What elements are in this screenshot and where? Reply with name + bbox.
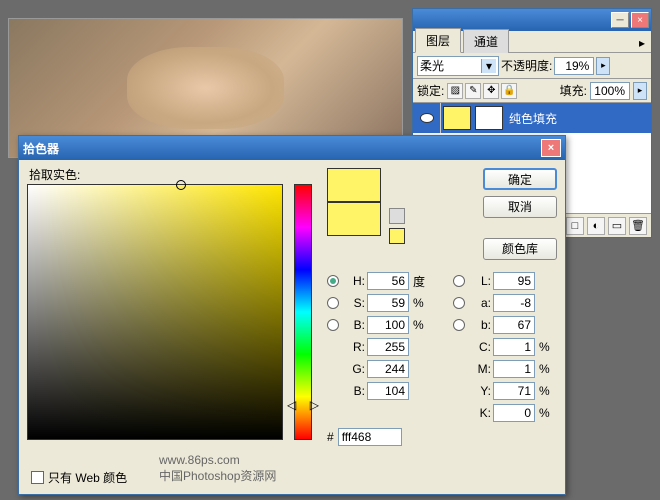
hex-label: #	[327, 430, 334, 444]
unit-k: %	[539, 406, 555, 420]
radio-s[interactable]	[327, 297, 339, 309]
input-b2[interactable]: 67	[493, 316, 535, 334]
new-color-swatch	[327, 168, 381, 202]
blend-mode-select[interactable]: 柔光	[417, 56, 499, 76]
cancel-button[interactable]: 取消	[483, 196, 557, 218]
input-s[interactable]: 59	[367, 294, 409, 312]
unit-b: %	[413, 318, 429, 332]
input-r[interactable]: 255	[367, 338, 409, 356]
unit-m: %	[539, 362, 555, 376]
input-h[interactable]: 56	[367, 272, 409, 290]
adjustment-icon[interactable]: ◐	[587, 217, 605, 235]
lbl-y: Y:	[475, 384, 491, 398]
lbl-l: L:	[475, 274, 491, 288]
radio-h[interactable]	[327, 275, 339, 287]
picker-title-text: 拾色器	[23, 140, 59, 157]
panel-menu-icon[interactable]: ▸	[633, 34, 651, 52]
lbl-r: R:	[349, 340, 365, 354]
input-l[interactable]: 95	[493, 272, 535, 290]
lock-row: 锁定: ▨ ✎ ✥ 🔒 填充: 100% ▸	[413, 79, 651, 103]
input-hex[interactable]: fff468	[338, 428, 402, 446]
hue-marker-icon: ◁▷	[287, 398, 319, 412]
lock-label: 锁定:	[417, 82, 444, 99]
lock-move-icon[interactable]: ✥	[483, 83, 499, 99]
ok-button[interactable]: 确定	[483, 168, 557, 190]
minimize-icon[interactable]: ─	[611, 12, 629, 28]
lbl-bc: B:	[349, 384, 365, 398]
color-picker-dialog: 拾色器 × 拾取实色: ◁▷ 确定 取消	[18, 135, 566, 495]
lbl-b: B:	[349, 318, 365, 332]
input-bc[interactable]: 104	[367, 382, 409, 400]
lbl-c: C:	[475, 340, 491, 354]
unit-y: %	[539, 384, 555, 398]
layer-name: 纯色填充	[509, 110, 557, 127]
lbl-g: G:	[349, 362, 365, 376]
lbl-k: K:	[475, 406, 491, 420]
hue-slider-column: ◁▷	[291, 184, 315, 440]
mask-icon[interactable]: □	[566, 217, 584, 235]
fill-input[interactable]: 100%	[590, 82, 630, 100]
lock-icons: ▨ ✎ ✥ 🔒	[447, 83, 517, 99]
opacity-input[interactable]: 19%	[554, 57, 594, 75]
lock-trans-icon[interactable]: ▨	[447, 83, 463, 99]
input-m[interactable]: 1	[493, 360, 535, 378]
lock-all-icon[interactable]: 🔒	[501, 83, 517, 99]
saturation-value-field[interactable]	[27, 184, 283, 440]
lbl-m: M:	[475, 362, 491, 376]
tab-channels[interactable]: 通道	[463, 29, 509, 53]
visibility-toggle[interactable]	[413, 103, 441, 133]
lbl-s: S:	[349, 296, 365, 310]
prev-color-swatch[interactable]	[327, 202, 381, 236]
close-icon[interactable]: ×	[541, 139, 561, 157]
lbl-h: H:	[349, 274, 365, 288]
checkbox-icon	[31, 471, 44, 484]
unit-c: %	[539, 340, 555, 354]
websafe-swatch[interactable]	[389, 228, 405, 244]
input-k[interactable]: 0	[493, 404, 535, 422]
lbl-a: a:	[475, 296, 491, 310]
unit-h: 度	[413, 273, 429, 290]
new-layer-icon[interactable]: ▭	[608, 217, 626, 235]
opacity-label: 不透明度:	[501, 57, 552, 74]
unit-s: %	[413, 296, 429, 310]
watermark: www.86ps.com 中国Photoshop资源网	[159, 453, 276, 484]
sv-cursor-icon	[176, 180, 186, 190]
fill-arrow-icon[interactable]: ▸	[633, 82, 647, 100]
input-c[interactable]: 1	[493, 338, 535, 356]
radio-l[interactable]	[453, 275, 465, 287]
input-a[interactable]: -8	[493, 294, 535, 312]
blend-row: 柔光 不透明度: 19% ▸	[413, 53, 651, 79]
picker-titlebar[interactable]: 拾色器 ×	[19, 136, 565, 160]
color-fields: H:56度 L:95 S:59% a:-8 B:100% b:67 R:255 …	[327, 272, 557, 422]
gamut-warning-icon[interactable]	[389, 208, 405, 224]
lock-paint-icon[interactable]: ✎	[465, 83, 481, 99]
radio-a[interactable]	[453, 297, 465, 309]
eye-icon	[420, 113, 434, 123]
tab-layers[interactable]: 图层	[415, 28, 461, 53]
layer-thumb[interactable]	[443, 106, 471, 130]
opacity-arrow-icon[interactable]: ▸	[596, 57, 610, 75]
layer-row[interactable]: 纯色填充	[413, 103, 651, 133]
input-g[interactable]: 244	[367, 360, 409, 378]
web-only-label: 只有 Web 颜色	[48, 469, 127, 486]
fill-label: 填充:	[560, 82, 587, 99]
close-icon[interactable]: ×	[631, 12, 649, 28]
input-b[interactable]: 100	[367, 316, 409, 334]
trash-icon[interactable]: 🗑	[629, 217, 647, 235]
blend-mode-value: 柔光	[420, 57, 444, 74]
input-y[interactable]: 71	[493, 382, 535, 400]
panel-tabs: 图层 通道 ▸	[413, 31, 651, 53]
lbl-b2: b:	[475, 318, 491, 332]
color-library-button[interactable]: 颜色库	[483, 238, 557, 260]
web-only-checkbox[interactable]: 只有 Web 颜色	[31, 469, 127, 486]
radio-b[interactable]	[327, 319, 339, 331]
layer-mask-thumb[interactable]	[475, 106, 503, 130]
pick-label: 拾取实色:	[29, 166, 80, 183]
radio-b2[interactable]	[453, 319, 465, 331]
